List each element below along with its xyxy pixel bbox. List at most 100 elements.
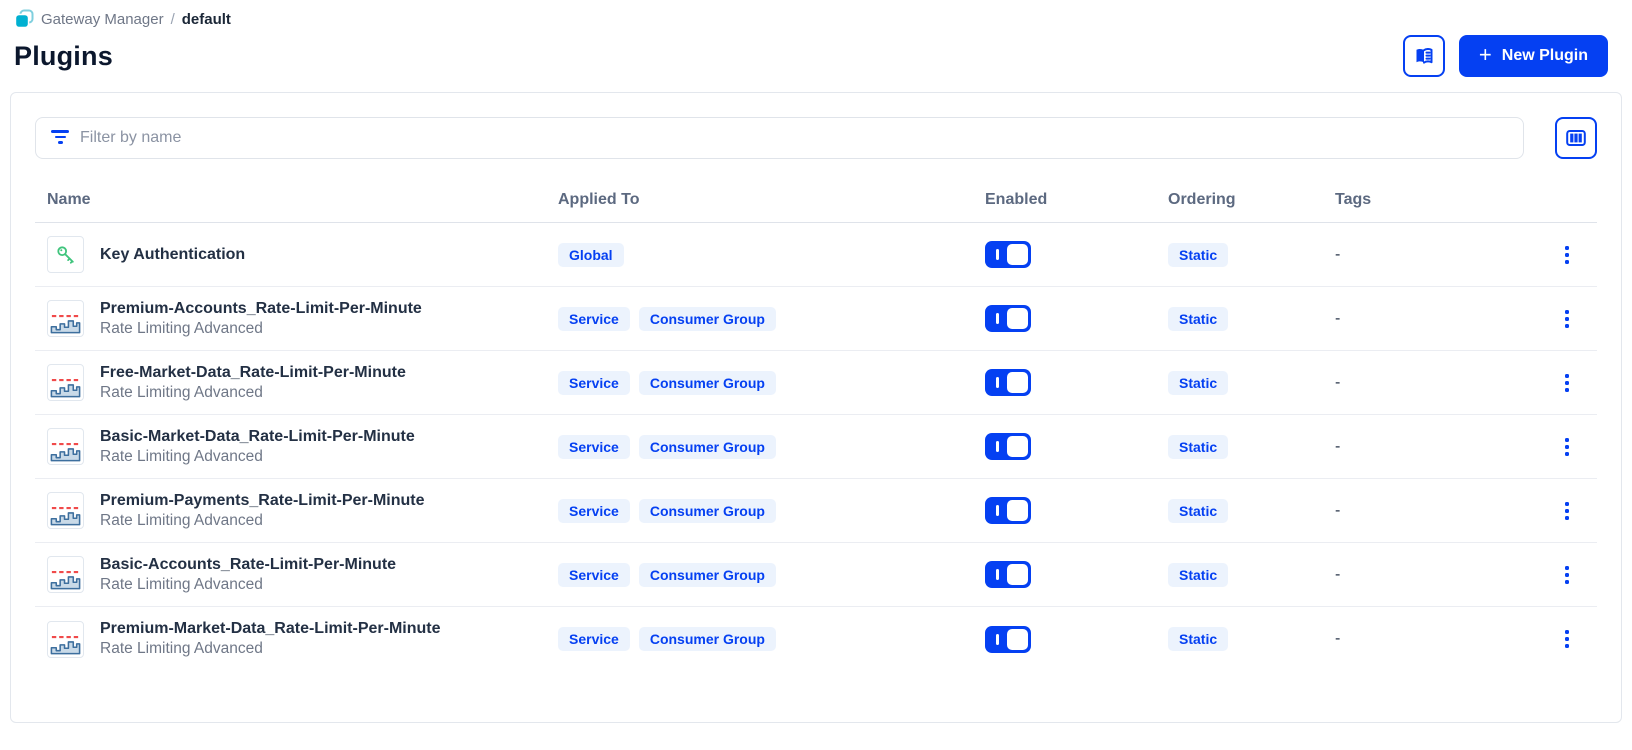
- kebab-menu-icon[interactable]: [1561, 626, 1573, 652]
- tags-cell: -: [1323, 438, 1491, 456]
- ordering-badge: Static: [1168, 370, 1229, 395]
- tags-value: -: [1335, 309, 1341, 327]
- enabled-toggle[interactable]: [985, 369, 1031, 396]
- kebab-menu-icon[interactable]: [1561, 306, 1573, 332]
- plugins-card: Name Applied To Enabled Ordering Tags Ke…: [10, 92, 1622, 723]
- toggle-knob: [1007, 436, 1028, 457]
- table-row[interactable]: Premium-Accounts_Rate-Limit-Per-Minute R…: [35, 287, 1597, 351]
- column-header-enabled: Enabled: [985, 190, 1048, 208]
- enabled-cell: [973, 241, 1156, 268]
- table-row[interactable]: Free-Market-Data_Rate-Limit-Per-Minute R…: [35, 351, 1597, 415]
- applied-to-badge: Service: [558, 562, 630, 587]
- gateway-manager-icon: [14, 9, 34, 29]
- plugin-type: Rate Limiting Advanced: [100, 511, 263, 529]
- ordering-cell: Static: [1156, 627, 1323, 651]
- filter-by-name-input[interactable]: [35, 117, 1524, 159]
- enabled-cell: [973, 561, 1156, 588]
- kebab-menu-icon[interactable]: [1561, 370, 1573, 396]
- applied-to-badge: Service: [558, 498, 630, 523]
- row-actions-cell: [1491, 498, 1597, 524]
- enabled-toggle[interactable]: [985, 561, 1031, 588]
- tags-value: -: [1335, 630, 1341, 647]
- name-cell: Basic-Market-Data_Rate-Limit-Per-Minute …: [35, 417, 546, 477]
- toggle-on-mark: [996, 377, 999, 388]
- page-header: Gateway Manager / default Plugins + New …: [0, 0, 1632, 77]
- enabled-toggle[interactable]: [985, 433, 1031, 460]
- toggle-knob: [1007, 628, 1028, 650]
- tags-value: -: [1335, 565, 1341, 583]
- plugin-name: Free-Market-Data_Rate-Limit-Per-Minute: [100, 363, 406, 381]
- plugin-type: Rate Limiting Advanced: [100, 383, 263, 401]
- kebab-menu-icon[interactable]: [1561, 434, 1573, 460]
- applied-to-badge: Consumer Group: [638, 562, 776, 587]
- table-row[interactable]: Basic-Market-Data_Rate-Limit-Per-Minute …: [35, 415, 1597, 479]
- enabled-cell: [973, 433, 1156, 460]
- applied-to-badge: Consumer Group: [638, 306, 776, 331]
- table-row[interactable]: Premium-Market-Data_Rate-Limit-Per-Minut…: [35, 607, 1597, 671]
- kebab-menu-icon[interactable]: [1561, 562, 1573, 588]
- table-row[interactable]: Key Authentication Global Static -: [35, 223, 1597, 287]
- table-row[interactable]: Basic-Accounts_Rate-Limit-Per-Minute Rat…: [35, 543, 1597, 607]
- applied-to-badge: Service: [558, 627, 630, 651]
- breadcrumb-separator: /: [170, 10, 175, 28]
- toggle-on-mark: [996, 249, 999, 260]
- column-header-name: Name: [47, 190, 91, 208]
- tags-value: -: [1335, 437, 1341, 455]
- enabled-cell: [973, 625, 1156, 653]
- enabled-toggle[interactable]: [985, 305, 1031, 332]
- applied-to-cell: Service Consumer Group: [546, 434, 973, 459]
- plugin-type: Rate Limiting Advanced: [100, 575, 263, 593]
- table-toolbar: [35, 117, 1597, 159]
- new-plugin-label: New Plugin: [1501, 47, 1588, 64]
- applied-to-badge: Consumer Group: [638, 498, 776, 523]
- toggle-on-mark: [996, 569, 999, 580]
- tags-value: -: [1335, 373, 1341, 391]
- name-cell: Basic-Accounts_Rate-Limit-Per-Minute Rat…: [35, 545, 546, 605]
- ordering-cell: Static: [1156, 306, 1323, 331]
- column-header-applied-to: Applied To: [558, 190, 640, 208]
- applied-to-cell: Service Consumer Group: [546, 306, 973, 331]
- rate-limit-icon: [47, 428, 84, 465]
- column-visibility-button[interactable]: [1555, 117, 1597, 159]
- plugin-name: Basic-Market-Data_Rate-Limit-Per-Minute: [100, 427, 415, 445]
- enabled-cell: [973, 305, 1156, 332]
- ordering-badge: Static: [1168, 434, 1229, 459]
- rate-limit-icon: [47, 492, 84, 529]
- enabled-cell: [973, 497, 1156, 524]
- documentation-button[interactable]: [1402, 35, 1445, 77]
- applied-to-cell: Service Consumer Group: [546, 627, 973, 651]
- enabled-toggle[interactable]: [985, 625, 1031, 653]
- column-header-tags: Tags: [1335, 190, 1372, 208]
- applied-to-badge: Consumer Group: [638, 434, 776, 459]
- breadcrumb-gateway-manager[interactable]: Gateway Manager: [41, 11, 164, 28]
- plugin-type: Rate Limiting Advanced: [100, 447, 263, 465]
- plugin-type: Rate Limiting Advanced: [100, 640, 263, 657]
- toggle-knob: [1007, 244, 1028, 265]
- table-row[interactable]: Premium-Payments_Rate-Limit-Per-Minute R…: [35, 479, 1597, 543]
- toggle-on-mark: [996, 505, 999, 516]
- toggle-knob: [1007, 500, 1028, 521]
- ordering-badge: Static: [1168, 242, 1229, 267]
- plugin-name: Premium-Payments_Rate-Limit-Per-Minute: [100, 491, 425, 509]
- ordering-cell: Static: [1156, 242, 1323, 267]
- kebab-menu-icon[interactable]: [1561, 242, 1573, 268]
- ordering-badge: Static: [1168, 306, 1229, 331]
- kebab-menu-icon[interactable]: [1561, 498, 1573, 524]
- row-actions-cell: [1491, 562, 1597, 588]
- table-header-row: Name Applied To Enabled Ordering Tags: [35, 177, 1597, 223]
- enabled-toggle[interactable]: [985, 497, 1031, 524]
- applied-to-badge: Consumer Group: [638, 627, 776, 651]
- enabled-toggle[interactable]: [985, 241, 1031, 268]
- new-plugin-button[interactable]: + New Plugin: [1458, 35, 1608, 77]
- tags-cell: -: [1323, 246, 1491, 264]
- toggle-on-mark: [996, 441, 999, 452]
- key-icon: [47, 236, 84, 273]
- tags-cell: -: [1323, 566, 1491, 584]
- ordering-cell: Static: [1156, 370, 1323, 395]
- toggle-on-mark: [996, 313, 999, 324]
- breadcrumb-current[interactable]: default: [182, 11, 231, 28]
- applied-to-badge: Global: [558, 242, 624, 267]
- rate-limit-icon: [47, 620, 84, 658]
- plugin-name: Basic-Accounts_Rate-Limit-Per-Minute: [100, 555, 397, 573]
- toggle-knob: [1007, 308, 1028, 329]
